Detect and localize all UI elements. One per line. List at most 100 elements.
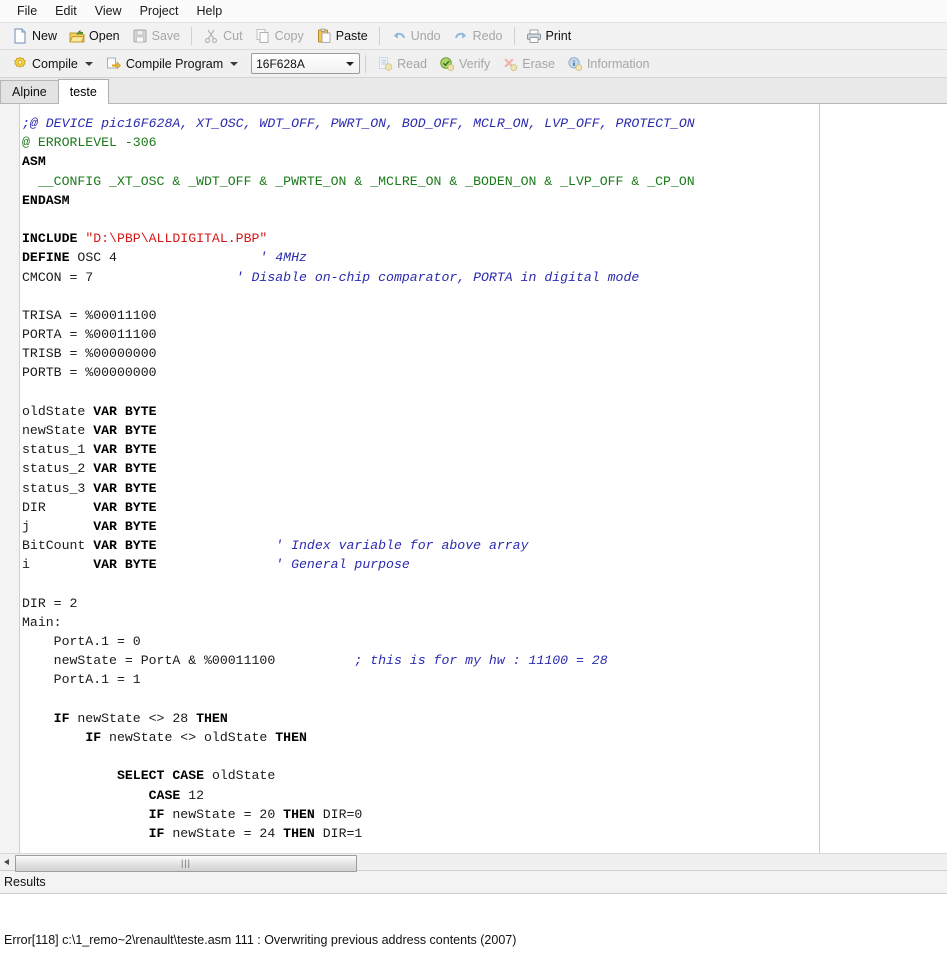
code-line: newState = PortA & %00011100 ; this is f…	[22, 651, 947, 670]
results-panel-title: Results	[4, 875, 46, 889]
code-token-plain: PortA.1 = 0	[22, 634, 141, 650]
code-line: i VAR BYTE ' General purpose	[22, 555, 947, 574]
code-token-kw: VAR BYTE	[93, 518, 157, 534]
verify-check-icon	[439, 56, 455, 72]
tab-alpine[interactable]: Alpine	[0, 80, 59, 103]
compile-button[interactable]: Compile	[6, 52, 100, 75]
code-token-plain: newState = PortA & %00011100	[22, 653, 355, 669]
chevron-down-icon-3[interactable]	[346, 61, 355, 66]
code-token-plain: newState = 20	[164, 806, 284, 822]
code-line: CASE 12	[22, 786, 947, 805]
code-line: j VAR BYTE	[22, 517, 947, 536]
code-token-plain: i	[22, 557, 94, 573]
undo-button[interactable]: Undo	[385, 25, 447, 48]
information-button[interactable]: Information	[561, 52, 656, 75]
undo-arrow-icon	[391, 28, 407, 44]
code-line: status_1 VAR BYTE	[22, 440, 947, 459]
redo-button[interactable]: Redo	[447, 25, 509, 48]
read-icon	[377, 56, 393, 72]
code-token-dir: @ ERRORLEVEL -306	[22, 135, 157, 151]
editor-horizontal-scrollbar[interactable]: |||	[0, 853, 947, 872]
verify-button[interactable]: Verify	[433, 52, 496, 75]
scrollbar-thumb[interactable]: |||	[15, 854, 357, 872]
code-text-area[interactable]: ;@ DEVICE pic16F628A, XT_OSC, WDT_OFF, P…	[20, 104, 947, 853]
chevron-down-icon-2[interactable]	[230, 61, 239, 66]
tab-teste-label: teste	[69, 85, 97, 99]
code-line: CMCON = 7 ' Disable on-chip comparator, …	[22, 268, 947, 287]
code-line: INCLUDE "D:\PBP\ALLDIGITAL.PBP"	[22, 229, 947, 248]
scrollbar-grip-label: |||	[180, 857, 191, 868]
cut-button[interactable]: Cut	[197, 25, 248, 48]
menu-item-file[interactable]: File	[8, 1, 46, 21]
code-token-plain: oldState	[204, 768, 276, 784]
menu-item-project[interactable]: Project	[131, 1, 188, 21]
code-line: IF newState = 24 THEN DIR=1	[22, 824, 947, 843]
scissors-icon	[203, 28, 219, 44]
save-button[interactable]: Save	[126, 25, 187, 48]
code-token-com: ' Disable on-chip comparator, PORTA in d…	[235, 269, 640, 285]
code-token-plain: DIR	[22, 499, 94, 515]
code-token-kw: VAR BYTE	[93, 403, 157, 419]
menu-item-help[interactable]: Help	[187, 1, 231, 21]
new-button[interactable]: New	[6, 25, 63, 48]
code-token-kw: VAR BYTE	[93, 499, 157, 515]
code-line: __CONFIG _XT_OSC & _WDT_OFF & _PWRTE_ON …	[22, 172, 947, 191]
chevron-down-icon[interactable]	[84, 61, 93, 66]
main-toolbar: New Open Save Cut Copy Paste Undo Redo P…	[0, 23, 947, 50]
code-line: IF newState = 20 THEN DIR=0	[22, 805, 947, 824]
menu-item-view[interactable]: View	[86, 1, 131, 21]
menu-item-edit[interactable]: Edit	[46, 1, 86, 21]
code-editor[interactable]: ;@ DEVICE pic16F628A, XT_OSC, WDT_OFF, P…	[0, 104, 947, 853]
code-token-kw: THEN	[283, 825, 315, 841]
tab-teste[interactable]: teste	[57, 79, 109, 104]
code-line: BitCount VAR BYTE ' Index variable for a…	[22, 536, 947, 555]
code-line: PortA.1 = 1	[22, 670, 947, 689]
redo-arrow-icon	[453, 28, 469, 44]
code-token-plain: DIR = 2	[22, 595, 78, 611]
verify-button-label: Verify	[459, 56, 491, 71]
code-token-kw: SELECT CASE	[116, 768, 205, 784]
results-panel-body[interactable]: Error[118] c:\1_remo~2\renault\teste.asm…	[0, 894, 947, 961]
code-token-plain: OSC 4	[77, 250, 260, 266]
compile-program-button[interactable]: Compile Program	[100, 52, 245, 75]
open-button[interactable]: Open	[63, 25, 126, 48]
code-token-kw: IF	[53, 710, 70, 726]
code-token-com: ' General purpose	[275, 557, 410, 573]
code-token-kw: VAR BYTE	[93, 423, 157, 438]
code-token-plain: BitCount	[22, 538, 94, 554]
code-token-kw: VAR BYTE	[93, 557, 157, 573]
copy-icon	[255, 28, 271, 44]
scrollbar-track[interactable]: |||	[13, 854, 947, 872]
code-line: ASM	[22, 152, 947, 171]
code-token-kw: DEFINE	[22, 250, 78, 266]
print-button[interactable]: Print	[520, 25, 578, 48]
cut-button-label: Cut	[223, 29, 243, 43]
paste-button[interactable]: Paste	[310, 25, 374, 48]
copy-button[interactable]: Copy	[249, 25, 310, 48]
code-token-kw: ENDASM	[22, 192, 70, 208]
device-select[interactable]: 16F628A	[251, 53, 361, 74]
code-line: DIR VAR BYTE	[22, 498, 947, 517]
toolbar-separator-3	[513, 27, 515, 45]
code-token-kw: IF	[148, 825, 165, 841]
save-button-label: Save	[151, 29, 181, 43]
code-token-kw: VAR BYTE	[93, 442, 157, 458]
read-button-label: Read	[397, 56, 428, 71]
code-token-plain: j	[22, 518, 94, 534]
code-token-plain: DIR=0	[314, 806, 363, 822]
scroll-left-arrow-icon[interactable]	[0, 854, 13, 870]
open-button-label: Open	[89, 29, 120, 43]
results-panel-header: Results	[0, 870, 947, 894]
compile-program-icon	[106, 56, 122, 72]
erase-button[interactable]: Erase	[496, 52, 561, 75]
toolbar-separator-1	[191, 27, 193, 45]
code-token-dir: __CONFIG _XT_OSC & _WDT_OFF & _PWRTE_ON …	[22, 173, 695, 189]
read-button[interactable]: Read	[371, 52, 433, 75]
